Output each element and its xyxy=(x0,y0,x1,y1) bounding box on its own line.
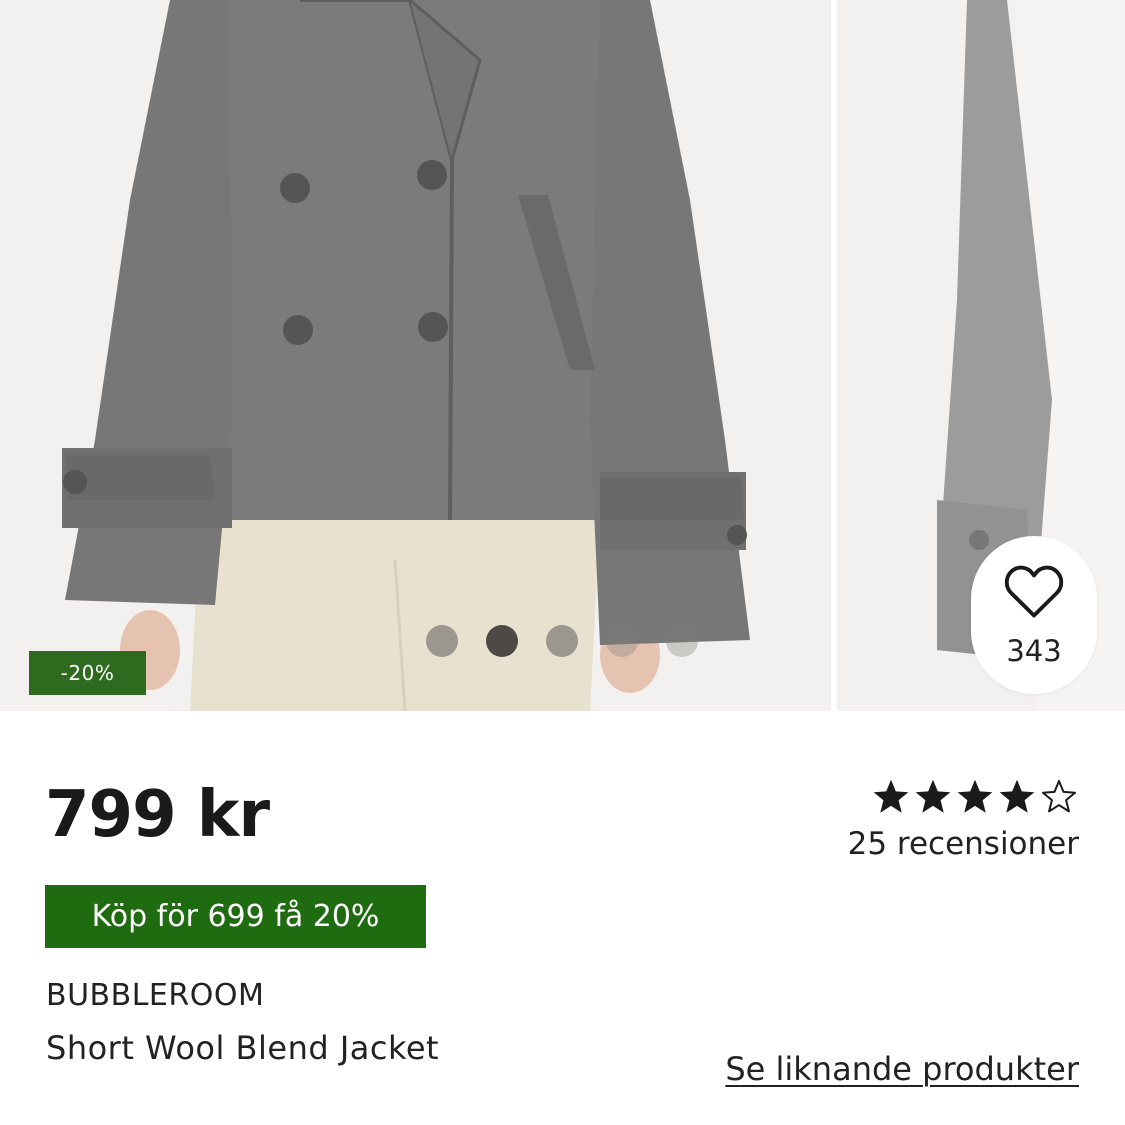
gallery-dot[interactable] xyxy=(666,625,698,657)
product-brand[interactable]: BUBBLEROOM xyxy=(46,978,264,1013)
review-count[interactable]: 25 recensioner xyxy=(848,826,1079,862)
similar-products-link[interactable]: Se liknande produkter xyxy=(725,1050,1079,1088)
rating-stars xyxy=(871,778,1079,816)
jacket-photo xyxy=(0,0,831,711)
gallery-dot[interactable] xyxy=(606,625,638,657)
promo-banner: Köp för 699 få 20% xyxy=(45,885,426,948)
gallery-dot[interactable] xyxy=(546,625,578,657)
gallery-dot[interactable] xyxy=(426,625,458,657)
favorite-button[interactable]: 343 xyxy=(971,536,1097,694)
gallery-pagination[interactable] xyxy=(426,625,698,657)
star-filled-icon xyxy=(999,779,1035,813)
product-image-gallery[interactable]: -20% 343 xyxy=(0,0,1125,711)
product-image-main[interactable] xyxy=(0,0,831,711)
discount-badge: -20% xyxy=(29,651,146,695)
star-filled-icon xyxy=(957,779,993,813)
product-page: -20% 343 799 kr Köp för 699 få 20% BUBBL… xyxy=(0,0,1125,1125)
product-price: 799 kr xyxy=(45,778,270,852)
heart-outline-icon xyxy=(1004,565,1064,618)
star-filled-icon xyxy=(873,779,909,813)
gallery-dot-active[interactable] xyxy=(486,625,518,657)
star-filled-icon xyxy=(915,779,951,813)
product-name: Short Wool Blend Jacket xyxy=(46,1029,440,1067)
favorite-count: 343 xyxy=(1006,634,1062,668)
star-outline-icon xyxy=(1041,779,1077,813)
product-rating[interactable]: 25 recensioner xyxy=(848,778,1079,862)
